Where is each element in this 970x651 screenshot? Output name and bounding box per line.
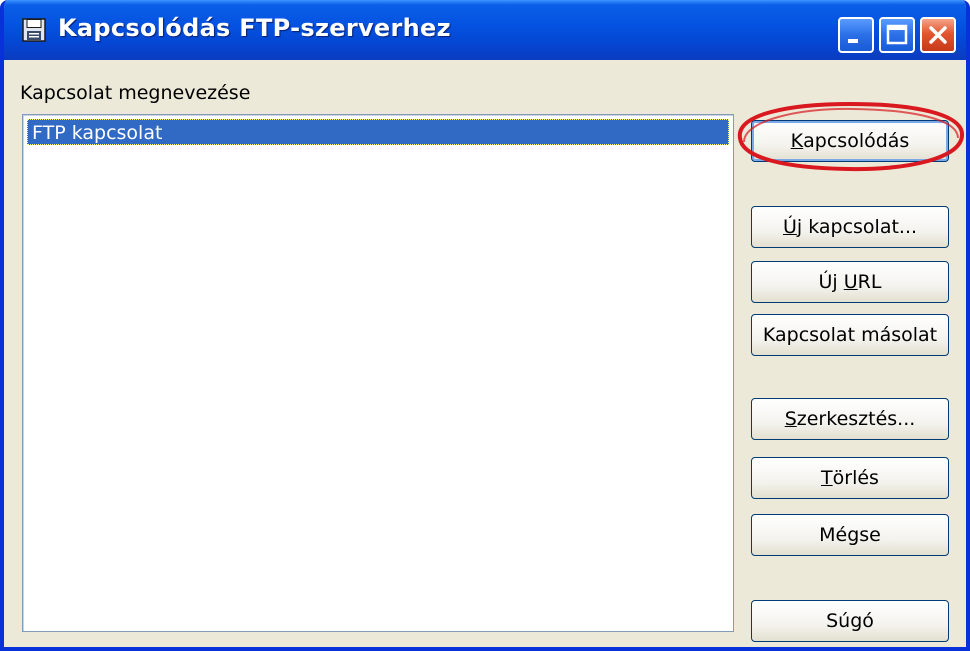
new-url-label-post: RL: [857, 271, 882, 293]
minimize-icon: [848, 39, 858, 43]
title-bar[interactable]: Kapcsolódás FTP-szerverhez: [4, 0, 966, 60]
floppy-disk-icon: [22, 18, 46, 42]
connect-label: apcsolódás: [803, 130, 910, 152]
list-item[interactable]: FTP kapcsolat: [27, 119, 729, 145]
connection-listbox[interactable]: FTP kapcsolat: [22, 114, 734, 632]
new-connection-mnemonic: Ú: [782, 216, 797, 238]
window-title: Kapcsolódás FTP-szerverhez: [58, 14, 451, 42]
minimize-button[interactable]: [838, 17, 874, 53]
edit-mnemonic: S: [784, 408, 797, 430]
new-connection-label: j kapcsolat...: [796, 216, 918, 238]
delete-label: örlés: [832, 467, 879, 489]
maximize-button[interactable]: [879, 17, 915, 53]
maximize-icon: [886, 24, 908, 45]
connect-mnemonic: K: [790, 130, 804, 152]
edit-button[interactable]: Szerkesztés...: [751, 398, 949, 440]
close-button[interactable]: [920, 17, 956, 53]
copy-connection-button[interactable]: Kapcsolat másolat: [751, 314, 949, 356]
new-url-button[interactable]: Új U RL: [751, 261, 949, 303]
help-button[interactable]: Súgó: [751, 600, 949, 642]
delete-button[interactable]: Törlés: [751, 457, 949, 499]
edit-label: zerkesztés...: [796, 408, 916, 430]
new-url-mnemonic: U: [843, 271, 858, 293]
dialog-window: Kapcsolódás FTP-szerverhez Kapcsolat meg…: [0, 0, 970, 651]
connect-button[interactable]: Kapcsolódás: [751, 120, 949, 162]
new-url-label-pre: Új: [818, 271, 844, 293]
delete-mnemonic: T: [821, 467, 833, 489]
connection-list-label: Kapcsolat megnevezése: [20, 82, 251, 104]
close-icon: [929, 26, 947, 44]
new-connection-button[interactable]: Új kapcsolat...: [751, 206, 949, 248]
cancel-button[interactable]: Mégse: [751, 514, 949, 556]
